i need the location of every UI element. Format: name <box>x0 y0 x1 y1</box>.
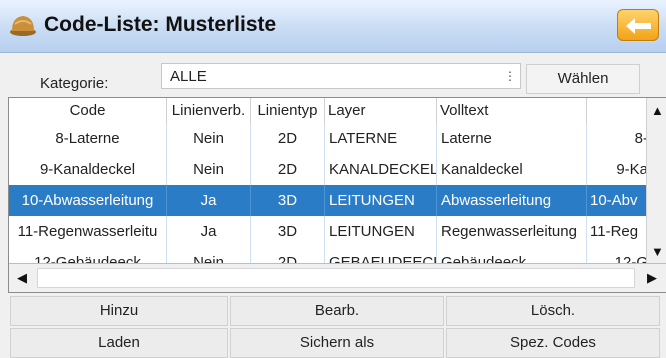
scroll-right-icon[interactable]: ▶ <box>647 270 657 286</box>
column-header-code[interactable]: Code <box>9 98 167 123</box>
scroll-up-icon[interactable]: ▲ <box>651 103 664 118</box>
load-button[interactable]: Laden <box>10 328 228 358</box>
scroll-thumb[interactable] <box>37 268 635 288</box>
cell-linienverb: Nein <box>167 123 251 154</box>
cell-code: 10-Abwasserleitung <box>9 185 167 216</box>
cell-volltext: Abwasserleitung <box>437 185 587 216</box>
cell-extra: 10-Abv <box>587 185 649 216</box>
table-row[interactable]: 8-Laterne Nein 2D LATERNE Laterne 8- <box>9 123 649 155</box>
cell-code: 8-Laterne <box>9 123 167 154</box>
category-label: Kategorie: <box>40 75 109 92</box>
cell-linienverb: Ja <box>167 185 251 216</box>
choose-button[interactable]: Wählen <box>526 64 640 94</box>
save-as-button[interactable]: Sichern als <box>230 328 444 358</box>
column-header-layer[interactable]: Layer <box>325 98 437 123</box>
delete-button[interactable]: Lösch. <box>446 296 660 326</box>
code-table[interactable]: Code Linienverb. Linientyp Layer Volltex… <box>8 97 666 293</box>
cell-extra: 8- <box>587 123 649 154</box>
cell-extra: 11-Reg <box>587 216 649 247</box>
category-select[interactable]: ALLE ⋮ <box>161 63 521 89</box>
cell-linientyp: 2D <box>251 154 325 185</box>
table-row[interactable]: 11-Regenwasserleitu Ja 3D LEITUNGEN Rege… <box>9 216 649 248</box>
horizontal-scrollbar[interactable]: ◀ ▶ <box>9 263 666 292</box>
column-header-extra[interactable] <box>587 98 649 123</box>
table-row-selected[interactable]: 10-Abwasserleitung Ja 3D LEITUNGEN Abwas… <box>9 185 649 217</box>
table-header: Code Linienverb. Linientyp Layer Volltex… <box>9 98 649 124</box>
cell-extra: 9-Ka <box>587 154 649 185</box>
chevron-down-icon: ⋮ <box>504 69 516 83</box>
cell-linienverb: Ja <box>167 216 251 247</box>
cell-layer: LEITUNGEN <box>325 216 437 247</box>
cell-volltext: Kanaldeckel <box>437 154 587 185</box>
column-header-linienverb[interactable]: Linienverb. <box>167 98 251 123</box>
edit-button[interactable]: Bearb. <box>230 296 444 326</box>
cell-layer: KANALDECKEL <box>325 154 437 185</box>
add-button[interactable]: Hinzu <box>10 296 228 326</box>
title-bar: Code-Liste: Musterliste <box>0 0 666 53</box>
cell-code: 9-Kanaldeckel <box>9 154 167 185</box>
vertical-scrollbar[interactable]: ▲ ▼ <box>646 98 666 263</box>
cell-linientyp: 3D <box>251 216 325 247</box>
cell-layer: LATERNE <box>325 123 437 154</box>
cell-layer: LEITUNGEN <box>325 185 437 216</box>
column-header-volltext[interactable]: Volltext <box>437 98 587 123</box>
category-value: ALLE <box>170 68 207 85</box>
cell-code: 11-Regenwasserleitu <box>9 216 167 247</box>
cell-linientyp: 2D <box>251 123 325 154</box>
scroll-left-icon[interactable]: ◀ <box>17 270 27 286</box>
table-row[interactable]: 9-Kanaldeckel Nein 2D KANALDECKEL Kanald… <box>9 154 649 186</box>
special-codes-button[interactable]: Spez. Codes <box>446 328 660 358</box>
window-title: Code-Liste: Musterliste <box>44 13 277 36</box>
back-button[interactable] <box>617 9 659 41</box>
cell-linientyp: 3D <box>251 185 325 216</box>
scroll-down-icon[interactable]: ▼ <box>651 244 664 259</box>
column-header-linientyp[interactable]: Linientyp <box>251 98 325 123</box>
back-arrow-icon <box>626 18 651 34</box>
cell-volltext: Laterne <box>437 123 587 154</box>
cell-linienverb: Nein <box>167 154 251 185</box>
hard-hat-icon <box>10 16 36 36</box>
cell-volltext: Regenwasserleitung <box>437 216 587 247</box>
